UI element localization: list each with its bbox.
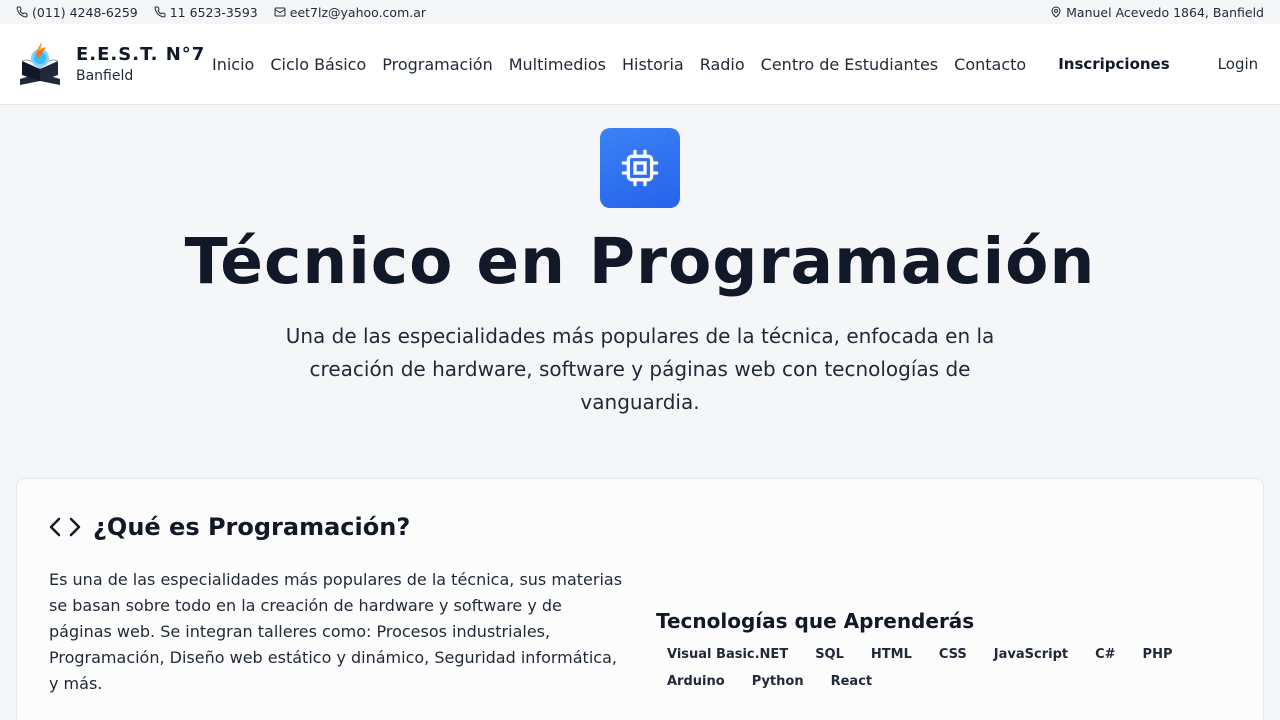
tech-tag: C#: [1095, 647, 1116, 662]
phone-contact[interactable]: (011) 4248-6259: [16, 5, 138, 20]
phone-2: 11 6523-3593: [169, 4, 258, 20]
tech-tag: React: [830, 674, 873, 689]
phone-icon: [16, 6, 28, 18]
contact-info: (011) 4248-6259 11 6523-3593 eet7lz@yaho…: [16, 5, 426, 20]
info-card: ¿Qué es Programación? Es una de las espe…: [16, 478, 1264, 720]
address: Manuel Acevedo 1864, Banfield: [1066, 4, 1264, 20]
site-header: E.E.S.T. N°7 Banfield Inicio Ciclo Básic…: [0, 24, 1280, 105]
technologies-block: Tecnologías que Aprenderás Visual Basic.…: [656, 609, 1216, 693]
page-subtitle: Una de las especialidades más populares …: [285, 324, 995, 414]
section-heading: ¿Qué es Programación?: [49, 513, 410, 541]
brand[interactable]: E.E.S.T. N°7 Banfield: [16, 39, 212, 89]
main-nav: Inicio Ciclo Básico Programación Multime…: [212, 55, 1026, 74]
tech-tag: Arduino: [667, 674, 725, 689]
nav-item-multimedios[interactable]: Multimedios: [509, 55, 606, 74]
section-description: Es una de las especialidades más popular…: [49, 570, 623, 693]
nav-item-programacion[interactable]: Programación: [382, 55, 492, 74]
tech-tag: HTML: [870, 647, 912, 662]
login-button[interactable]: Login: [1218, 55, 1258, 73]
section-title: ¿Qué es Programación?: [93, 513, 411, 541]
email-contact[interactable]: eet7lz@yahoo.com.ar: [274, 5, 426, 20]
technologies-title: Tecnologías que Aprenderás: [656, 609, 975, 633]
tech-tag: Visual Basic.NET: [667, 647, 789, 662]
phone-1: (011) 4248-6259: [32, 4, 138, 20]
technology-tags: Visual Basic.NET SQL HTML CSS JavaScript…: [656, 643, 1216, 693]
cpu-icon: [621, 149, 659, 187]
hero-section: Técnico en Programación Una de las espec…: [0, 128, 1280, 419]
school-logo-icon: [20, 41, 60, 85]
phone-icon: [154, 6, 166, 18]
brand-text: E.E.S.T. N°7 Banfield: [76, 44, 205, 84]
tech-tag: CSS: [938, 647, 967, 662]
nav-item-radio[interactable]: Radio: [700, 55, 745, 74]
contact-bar: (011) 4248-6259 11 6523-3593 eet7lz@yaho…: [0, 0, 1280, 24]
hero-icon-badge: [600, 128, 680, 208]
nav-item-contacto[interactable]: Contacto: [954, 55, 1026, 74]
tech-tag: PHP: [1142, 647, 1173, 662]
tech-tag: JavaScript: [993, 647, 1069, 662]
map-pin-icon: [1051, 6, 1061, 18]
mail-icon: [274, 7, 286, 17]
nav-item-centro-estudiantes[interactable]: Centro de Estudiantes: [761, 55, 938, 74]
school-name: E.E.S.T. N°7: [76, 44, 206, 65]
tech-tag: SQL: [815, 647, 844, 662]
nav-item-historia[interactable]: Historia: [622, 55, 684, 74]
code-icon: [49, 517, 81, 537]
tech-tag: Python: [751, 674, 804, 689]
email-address: eet7lz@yahoo.com.ar: [289, 4, 427, 20]
inscripciones-button[interactable]: Inscripciones: [1058, 55, 1169, 73]
page-title: Técnico en Programación: [184, 225, 1096, 298]
mobile-contact[interactable]: 11 6523-3593: [154, 5, 258, 20]
nav-item-inicio[interactable]: Inicio: [212, 55, 254, 74]
school-city: Banfield: [76, 68, 134, 84]
nav-item-ciclo-basico[interactable]: Ciclo Básico: [270, 55, 366, 74]
address-contact[interactable]: Manuel Acevedo 1864, Banfield: [1050, 5, 1264, 20]
